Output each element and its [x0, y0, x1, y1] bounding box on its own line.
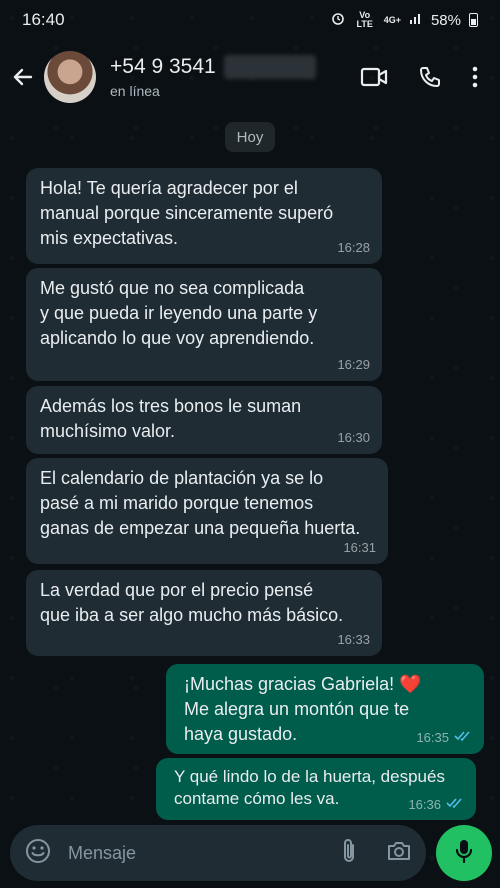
back-arrow-icon[interactable] [10, 64, 36, 90]
contact-phone: +54 9 3541 [110, 55, 216, 78]
message-time: 16:28 [337, 240, 370, 255]
attach-icon[interactable] [340, 837, 358, 870]
microphone-icon [454, 838, 474, 869]
more-options-icon[interactable] [472, 66, 478, 88]
message-time: 16:30 [337, 430, 370, 445]
status-indicators: Vo LTE 4G+ 58% [330, 10, 478, 30]
battery-icon [469, 13, 478, 27]
message-incoming[interactable]: El calendario de plantación ya se lo pas… [26, 458, 388, 564]
chat-header: +54 9 3541 en línea [0, 40, 500, 114]
message-time: 16:29 [337, 357, 370, 372]
message-incoming[interactable]: Me gustó que no sea complicada y que pue… [26, 268, 382, 381]
network-type: 4G+ [383, 14, 401, 25]
message-text: Me gustó que no sea complicada y que pue… [40, 278, 318, 348]
volte-indicator: Vo LTE [356, 10, 373, 29]
read-receipt-icon [454, 725, 472, 750]
message-text: El calendario de plantación ya se lo pas… [40, 468, 361, 538]
battery-percent: 58% [430, 11, 461, 29]
message-text: Hola! Te quería agradecer por el manual … [40, 178, 334, 248]
message-incoming[interactable]: Hola! Te quería agradecer por el manual … [26, 168, 382, 264]
avatar[interactable] [44, 51, 96, 103]
signal-icon [409, 11, 423, 29]
alarm-icon [330, 10, 346, 30]
phone-call-icon[interactable] [418, 65, 442, 89]
message-composer [10, 825, 426, 881]
video-call-icon[interactable] [360, 66, 388, 88]
date-separator: Hoy [225, 122, 275, 152]
microphone-button[interactable] [436, 825, 492, 881]
read-receipt-icon [446, 794, 464, 816]
message-time: 16:33 [337, 632, 370, 647]
status-time: 16:40 [22, 10, 65, 29]
message-incoming[interactable]: Además los tres bonos le suman muchísimo… [26, 386, 382, 454]
contact-status: en línea [110, 83, 160, 99]
message-input[interactable] [68, 842, 340, 864]
message-time: 16:31 [343, 540, 376, 555]
message-outgoing[interactable]: Y qué lindo lo de la huerta, después con… [156, 758, 476, 820]
camera-icon[interactable] [386, 839, 412, 868]
message-text: Además los tres bonos le suman muchísimo… [40, 396, 302, 441]
message-incoming[interactable]: La verdad que por el precio pensé que ib… [26, 570, 382, 656]
emoji-icon[interactable] [24, 837, 52, 870]
message-time: 16:35 [416, 730, 449, 745]
redacted-number [223, 55, 316, 79]
message-text: La verdad que por el precio pensé que ib… [40, 580, 344, 625]
message-outgoing[interactable]: ¡Muchas gracias Gabriela! ❤️ Me alegra u… [166, 664, 484, 754]
message-time: 16:36 [408, 797, 441, 812]
status-bar: 16:40 Vo LTE 4G+ 58% [0, 0, 500, 40]
contact-info[interactable]: +54 9 3541 en línea [110, 55, 360, 99]
